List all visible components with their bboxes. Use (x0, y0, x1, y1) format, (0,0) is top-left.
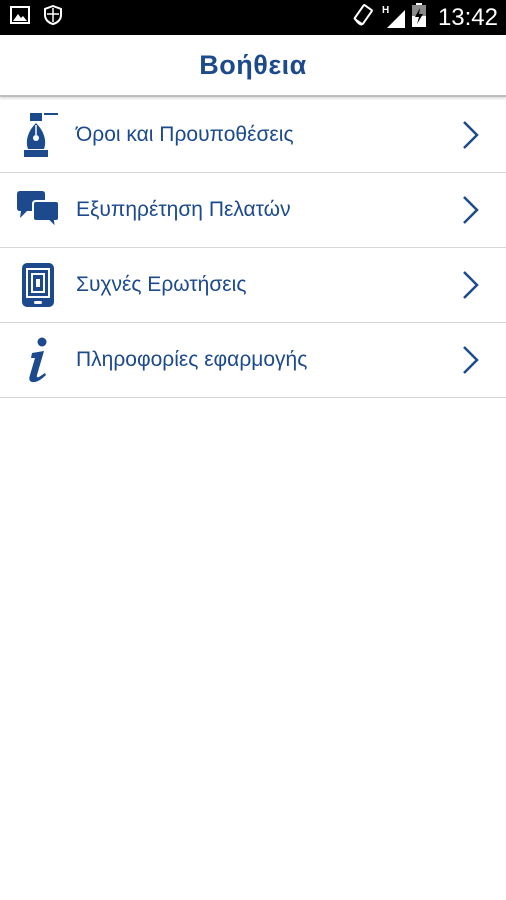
battery-charging-icon (411, 3, 426, 32)
rotate-icon (352, 3, 376, 32)
info-icon (14, 336, 62, 384)
status-bar-system: H 13:42 (352, 0, 498, 35)
app-header: Βοήθεια (0, 35, 506, 97)
chevron-right-icon (463, 346, 479, 374)
help-menu: Όροι και Προυποθέσεις Εξυπηρέτηση Πελατώ… (0, 98, 506, 398)
status-time: 13:42 (437, 3, 498, 31)
shield-icon (44, 4, 62, 30)
chevron-right-icon (463, 121, 479, 149)
chat-bubbles-icon (14, 186, 62, 234)
gallery-icon (10, 6, 30, 29)
signal-icon: H (382, 5, 406, 30)
phone-qr-icon (14, 261, 62, 309)
menu-item-terms[interactable]: Όροι και Προυποθέσεις (0, 98, 506, 173)
status-bar: H 13:42 (0, 0, 506, 35)
page-title: Βοήθεια (199, 49, 307, 80)
menu-item-label: Συχνές Ερωτήσεις (76, 273, 247, 296)
fountain-pen-icon (14, 111, 62, 159)
chevron-right-icon (463, 271, 479, 299)
menu-item-faq[interactable]: Συχνές Ερωτήσεις (0, 248, 506, 323)
menu-item-label: Πληροφορίες εφαρμογής (76, 348, 308, 371)
status-bar-notifications (10, 0, 62, 35)
chevron-right-icon (463, 196, 479, 224)
menu-item-app-info[interactable]: Πληροφορίες εφαρμογής (0, 323, 506, 398)
menu-item-label: Όροι και Προυποθέσεις (76, 123, 294, 146)
menu-item-customer-service[interactable]: Εξυπηρέτηση Πελατών (0, 173, 506, 248)
menu-item-label: Εξυπηρέτηση Πελατών (76, 198, 291, 221)
